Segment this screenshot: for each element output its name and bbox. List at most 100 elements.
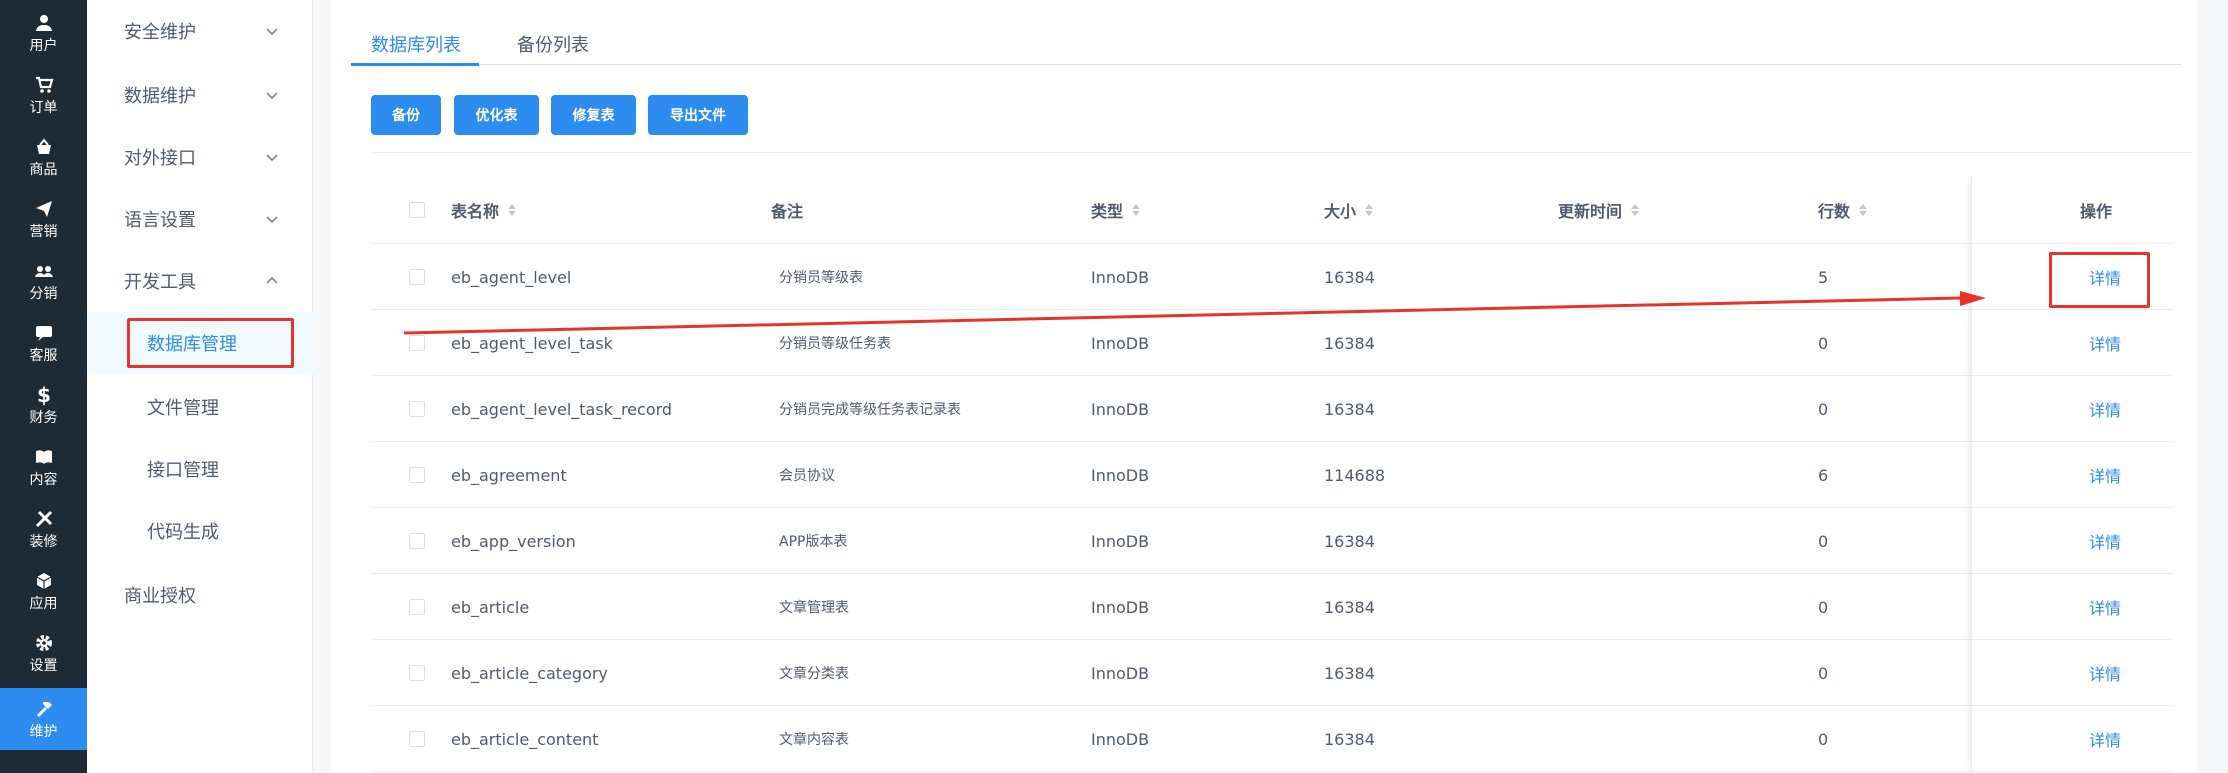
cell-remark: 分销员完成等级任务表记录表 [779,402,961,418]
chevron-down-icon [266,92,278,100]
rail-item-label: 客服 [29,347,58,364]
cell-remark: 分销员等级任务表 [779,336,891,352]
menu-item-database[interactable]: 数据库管理 [87,312,313,374]
optimize-table-button[interactable]: 优化表 [454,95,539,135]
dollar-icon: $ [37,384,51,406]
row-checkbox[interactable] [409,599,425,615]
column-header-name[interactable]: 表名称 [451,176,517,244]
sort-icon[interactable] [507,203,517,217]
detail-link[interactable]: 详情 [2089,310,2121,376]
header-label: 备注 [771,202,804,221]
menu-group-label: 商业授权 [124,586,196,607]
rail-item-label: 用户 [29,37,58,54]
cart-icon [35,76,53,93]
sort-icon[interactable] [1364,203,1374,217]
menu-item-label: 文件管理 [147,398,219,419]
rail-item-finance[interactable]: $ 财务 [0,374,87,436]
rail-item-product[interactable]: 商品 [0,126,87,188]
table-header: 表名称 备注 类型 大小 更新时间 行数 操作 [371,176,2173,244]
row-checkbox[interactable] [409,533,425,549]
rail-item-content[interactable]: 内容 [0,436,87,498]
column-header-type[interactable]: 类型 [1091,176,1141,244]
cell-type: InnoDB [1091,267,1150,287]
menu-item-label: 接口管理 [147,460,219,481]
cell-size: 16384 [1324,267,1375,287]
rail-item-app[interactable]: 应用 [0,560,87,622]
rail-item-label: 设置 [29,657,58,674]
rail-item-marketing[interactable]: 营销 [0,188,87,250]
group-icon [34,265,53,277]
table-row: eb_article 文章管理表 InnoDB 16384 0 详情 [371,574,2173,640]
detail-link[interactable]: 详情 [2089,508,2121,574]
detail-link[interactable]: 详情 [2089,640,2121,706]
rail-item-label: 财务 [29,409,58,426]
column-header-size[interactable]: 大小 [1324,176,1374,244]
menu-group-devtools[interactable]: 开发工具 [87,250,313,312]
row-checkbox[interactable] [409,269,425,285]
sort-icon[interactable] [1131,203,1141,217]
menu-group-api[interactable]: 对外接口 [87,126,313,188]
rail-item-order[interactable]: 订单 [0,64,87,126]
rail-item-user[interactable]: 用户 [0,2,87,64]
menu-group-license[interactable]: 商业授权 [87,564,313,626]
tab-active-indicator [351,63,479,66]
select-all-checkbox[interactable] [409,202,425,218]
cell-rows: 0 [1818,399,1829,419]
detail-link[interactable]: 详情 [2089,706,2121,772]
menu-group-data[interactable]: 数据维护 [87,64,313,126]
gear-icon [35,634,52,651]
menu-item-label: 数据库管理 [147,334,237,355]
cell-type: InnoDB [1091,729,1150,749]
menu-item-interfaces[interactable]: 接口管理 [87,438,313,500]
cell-size: 16384 [1324,663,1375,683]
cell-rows: 6 [1818,465,1829,485]
tab-label: 备份列表 [517,34,589,56]
row-checkbox[interactable] [409,665,425,681]
detail-link[interactable]: 详情 [2089,442,2121,508]
cell-rows: 0 [1818,729,1829,749]
icon-rail: 用户 订单 商品 营销 分销 客服 $ 财务 内容 装修 应用 设置 维护 [0,0,87,773]
main-content: 数据库列表 备份列表 备份 优化表 修复表 导出文件 表名称 备注 类型 大小 … [331,0,2197,773]
rail-item-label: 维护 [29,723,58,740]
export-file-button[interactable]: 导出文件 [648,95,748,135]
rail-item-settings[interactable]: 设置 [0,622,87,684]
menu-group-language[interactable]: 语言设置 [87,188,313,250]
toolbar: 备份 优化表 修复表 导出文件 [371,95,2191,153]
sort-icon[interactable] [1630,203,1640,217]
tab-backup-list[interactable]: 备份列表 [517,22,589,65]
cell-rows: 0 [1818,333,1829,353]
sort-icon[interactable] [1858,203,1868,217]
row-checkbox[interactable] [409,467,425,483]
rail-item-distribution[interactable]: 分销 [0,250,87,312]
menu-group-security[interactable]: 安全维护 [87,0,313,62]
menu-item-codegen[interactable]: 代码生成 [87,500,313,562]
column-header-updated[interactable]: 更新时间 [1558,176,1640,244]
column-header-rows[interactable]: 行数 [1818,176,1868,244]
row-checkbox[interactable] [409,401,425,417]
rail-item-maintenance[interactable]: 维护 [0,688,87,750]
send-icon [35,200,52,217]
detail-link[interactable]: 详情 [2089,244,2121,310]
rail-item-service[interactable]: 客服 [0,312,87,374]
table-row: eb_agent_level_task 分销员等级任务表 InnoDB 16384 0 详… [371,310,2173,376]
detail-link[interactable]: 详情 [2089,376,2121,442]
rail-item-decoration[interactable]: 装修 [0,498,87,560]
tab-database-list[interactable]: 数据库列表 [371,22,461,65]
backup-button[interactable]: 备份 [371,95,441,135]
cell-name: eb_agreement [451,465,567,485]
svg-text:$: $ [37,384,51,406]
cube-icon [36,572,51,589]
row-checkbox[interactable] [409,731,425,747]
row-checkbox[interactable] [409,335,425,351]
menu-item-files[interactable]: 文件管理 [87,376,313,438]
submenu: 安全维护 数据维护 对外接口 语言设置 开发工具 数据库管理 文件管理 接口管理… [87,0,313,773]
cell-size: 16384 [1324,597,1375,617]
detail-link[interactable]: 详情 [2089,574,2121,640]
repair-table-button[interactable]: 修复表 [551,95,636,135]
cell-rows: 0 [1818,597,1829,617]
header-label: 更新时间 [1558,202,1623,221]
cell-type: InnoDB [1091,465,1150,485]
cell-name: eb_agent_level_task_record [451,399,673,419]
cell-name: eb_app_version [451,531,576,551]
table-row: eb_agent_level_task_record 分销员完成等级任务表记录表 I… [371,376,2173,442]
